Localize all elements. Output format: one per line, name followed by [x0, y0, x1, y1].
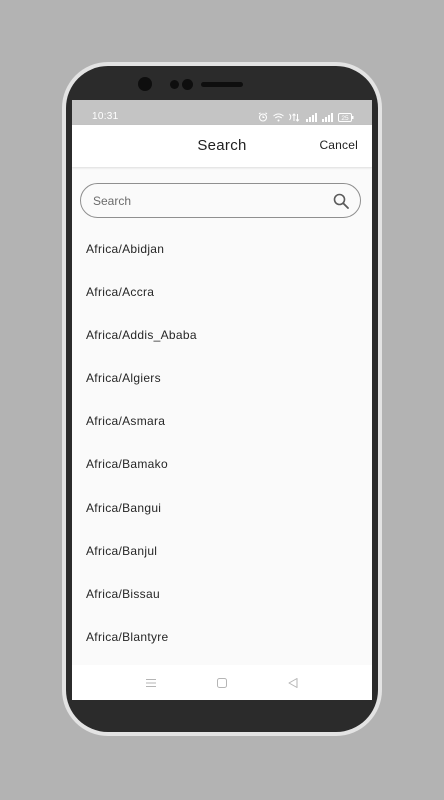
timezone-item[interactable]: Africa/Bamako: [72, 443, 372, 486]
wifi-icon: [273, 113, 284, 121]
earpiece-speaker: [201, 82, 243, 87]
sensor: [170, 80, 179, 89]
alarm-icon: [258, 112, 268, 122]
sensor: [182, 79, 193, 90]
data-transfer-icon: [289, 112, 300, 122]
timezone-list: Africa/Abidjan Africa/Accra Africa/Addis…: [72, 228, 372, 659]
menu-icon[interactable]: [144, 676, 158, 690]
search-box[interactable]: [80, 183, 361, 218]
battery-level-text: 25: [341, 115, 349, 122]
timezone-item[interactable]: Africa/Accra: [72, 271, 372, 314]
search-input[interactable]: [93, 184, 323, 217]
battery-icon: 25: [338, 112, 354, 122]
signal-icon: [306, 112, 317, 122]
timezone-item[interactable]: Africa/Blantyre: [72, 616, 372, 659]
status-bar: 10:31 25: [72, 100, 372, 125]
front-camera: [138, 77, 152, 91]
timezone-item[interactable]: Africa/Bissau: [72, 573, 372, 616]
search-icon[interactable]: [333, 193, 349, 209]
status-icons: 25: [258, 111, 354, 123]
timezone-item[interactable]: Africa/Asmara: [72, 400, 372, 443]
system-navigation-bar: [72, 665, 372, 700]
timezone-item[interactable]: Africa/Addis_Ababa: [72, 314, 372, 357]
status-time: 10:31: [92, 111, 119, 122]
signal-icon: [322, 112, 333, 122]
timezone-item[interactable]: Africa/Abidjan: [72, 228, 372, 271]
cancel-button[interactable]: Cancel: [319, 138, 358, 152]
timezone-item[interactable]: Africa/Algiers: [72, 357, 372, 400]
header: Search Cancel: [72, 125, 372, 167]
timezone-item[interactable]: Africa/Banjul: [72, 530, 372, 573]
screen: 10:31 25 Search Cancel Search Africa/Abi…: [72, 100, 372, 700]
timezone-item[interactable]: Africa/Bangui: [72, 487, 372, 530]
home-icon[interactable]: [215, 676, 229, 690]
back-icon[interactable]: [286, 676, 300, 690]
